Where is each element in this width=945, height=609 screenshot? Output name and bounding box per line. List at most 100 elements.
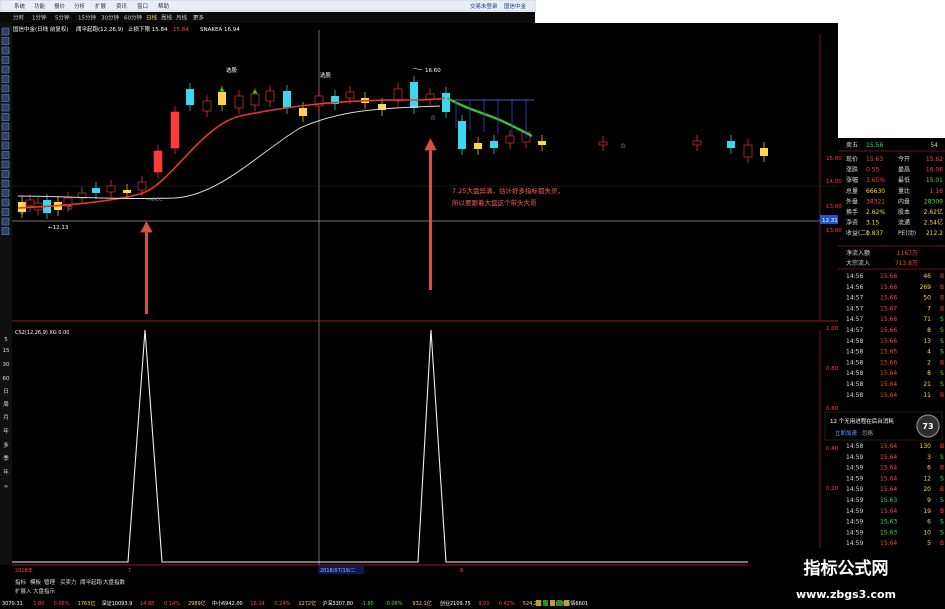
- menu-item-0[interactable]: 系统: [14, 2, 26, 10]
- period-tab-8[interactable]: 月线: [176, 14, 188, 22]
- menu-item-1[interactable]: 功能: [34, 2, 46, 10]
- toolbar-icon-11[interactable]: [1, 132, 10, 140]
- tick-bottom-side-3: S: [940, 475, 944, 482]
- side-period-0[interactable]: 5: [4, 337, 8, 343]
- tab-row2-1[interactable]: 大盘指示: [33, 587, 56, 595]
- select-marker-1: 选股: [226, 66, 238, 74]
- candle-14: [202, 100, 212, 112]
- toolbar-icon-7[interactable]: [1, 94, 10, 102]
- tick-top-price-5: 15.66: [880, 327, 897, 334]
- toolbar-icon-3[interactable]: [1, 56, 10, 64]
- notify-accelerate-link[interactable]: 立即加速: [835, 429, 858, 437]
- side-period-5[interactable]: 周: [3, 401, 9, 408]
- side-period-11[interactable]: ∞: [4, 484, 9, 490]
- side-period-10[interactable]: 年: [3, 468, 9, 476]
- period-tab-2[interactable]: 5分钟: [55, 14, 70, 22]
- toolbar-icon-16[interactable]: [1, 179, 10, 188]
- tick-top-time-7: 14:58: [846, 349, 863, 356]
- menu-item-6[interactable]: 窗口: [137, 2, 148, 10]
- toolbar-icon-13[interactable]: [1, 151, 10, 159]
- flow-label-0: 净流入额: [846, 249, 870, 257]
- toolbar-icon-4[interactable]: [1, 65, 10, 74]
- menu-item-4[interactable]: 扩展: [95, 2, 107, 10]
- indicator-tab-2[interactable]: 管理: [44, 578, 56, 586]
- side-period-3[interactable]: 60: [3, 376, 10, 382]
- side-period-8[interactable]: 多: [3, 441, 9, 449]
- toolbar-icon-9[interactable]: [1, 113, 10, 121]
- side-period-2[interactable]: 30: [3, 362, 10, 368]
- indicator-tab-3[interactable]: 买卖力: [60, 578, 77, 586]
- period-tab-1[interactable]: 1分钟: [32, 14, 47, 22]
- status-item-0: 3070.31: [2, 601, 23, 607]
- period-tab-6[interactable]: 日线: [146, 14, 158, 22]
- side-period-7[interactable]: 年: [3, 427, 9, 435]
- low-price-label: ←12.13: [48, 225, 69, 231]
- speed-badge-value: 73: [922, 422, 933, 431]
- tick-bottom-price-6: 15.64: [880, 508, 897, 515]
- tick-bottom-vol-2: 6: [927, 465, 931, 472]
- tick-top-vol-1: 269: [920, 284, 932, 291]
- tick-top-price-7: 15.65: [880, 349, 897, 356]
- quote-value-5-a: 2.62%: [866, 209, 885, 216]
- tick-bottom-price-4: 15.64: [880, 486, 897, 493]
- candle-breakout-0: [154, 151, 162, 172]
- notify-ignore-link[interactable]: 忽略: [862, 429, 874, 437]
- candle-13: [186, 89, 194, 105]
- indicator-tab-0[interactable]: 指标: [15, 578, 27, 586]
- toolbar-icon-10[interactable]: [1, 122, 10, 131]
- menu-item-7[interactable]: 帮助: [158, 2, 170, 10]
- tick-top-vol-6: 13: [923, 338, 931, 345]
- quote-label-4-b: 内盘: [898, 197, 910, 205]
- period-tab-0[interactable]: 分时: [13, 14, 25, 22]
- toolbar-icon-5[interactable]: [1, 75, 10, 83]
- indicator-axis-tick-2: 0.60: [826, 406, 839, 412]
- toolbar-icon-15[interactable]: [1, 170, 10, 178]
- toolbar-icon-8[interactable]: [1, 103, 10, 112]
- status-item-8: 中小6942.00: [212, 600, 243, 607]
- period-tab-4[interactable]: 30分钟: [101, 14, 119, 22]
- indicator-tab-5[interactable]: 大盘指数: [103, 578, 126, 586]
- tick-bottom-time-5: 14:59: [846, 497, 863, 504]
- side-period-6[interactable]: 月: [3, 414, 9, 421]
- tick-bottom-vol-1: 3: [927, 454, 931, 461]
- period-tab-7[interactable]: 周线: [161, 14, 173, 22]
- candle-28: [425, 93, 435, 100]
- month-tick-0: 7: [128, 568, 131, 574]
- menu-item-3[interactable]: 分析: [74, 2, 86, 10]
- quote-sell5-label: 卖五: [846, 142, 858, 149]
- side-period-1[interactable]: 15: [3, 348, 10, 354]
- arrow-shaft-left: [145, 228, 148, 314]
- quote-label-2-a: 涨幅: [846, 176, 858, 184]
- toolbar-icon-18[interactable]: [1, 198, 10, 207]
- toolbar-icon-6[interactable]: [1, 84, 10, 93]
- period-tab-3[interactable]: 15分钟: [78, 14, 96, 22]
- toolbar-icon-2[interactable]: [1, 46, 10, 55]
- indicator-tab-1[interactable]: 模板: [30, 578, 42, 586]
- quote-label-6-b: 流通: [898, 219, 910, 227]
- menu-item-2[interactable]: 报价: [54, 2, 66, 10]
- tick-top-side-3: B: [940, 305, 944, 312]
- toolbar-icon-19[interactable]: [1, 208, 10, 216]
- tick-top-price-6: 15.66: [880, 338, 897, 345]
- period-tab-9[interactable]: 更多: [193, 14, 205, 22]
- toolbar-icon-1[interactable]: [1, 37, 10, 45]
- toolbar-icon-21[interactable]: [1, 227, 10, 235]
- status-icon-0: [536, 600, 541, 606]
- menu-item-5[interactable]: 资讯: [116, 2, 128, 10]
- trade-login-status[interactable]: 交易未登录: [470, 2, 498, 10]
- side-period-9[interactable]: 季: [3, 454, 9, 462]
- tick-top-vol-0: 46: [923, 273, 931, 280]
- quote-value-4-a: 38321: [866, 198, 885, 205]
- period-tab-5[interactable]: 60分钟: [124, 14, 142, 22]
- indicator-tab-4[interactable]: 阈伞起跑: [80, 578, 103, 586]
- side-period-4[interactable]: 日: [3, 388, 9, 395]
- toolbar-icon-12[interactable]: [1, 141, 10, 150]
- tab-row2-0[interactable]: 扩展入: [15, 587, 32, 595]
- high-price-label: 16.60: [425, 68, 441, 74]
- status-item-10: 0.24%: [274, 601, 290, 607]
- toolbar-icon-17[interactable]: [1, 189, 10, 197]
- toolbar-icon-0[interactable]: [1, 27, 10, 36]
- toolbar-icon-14[interactable]: [1, 160, 10, 169]
- candle-30: [458, 121, 466, 149]
- toolbar-icon-20[interactable]: [1, 217, 10, 226]
